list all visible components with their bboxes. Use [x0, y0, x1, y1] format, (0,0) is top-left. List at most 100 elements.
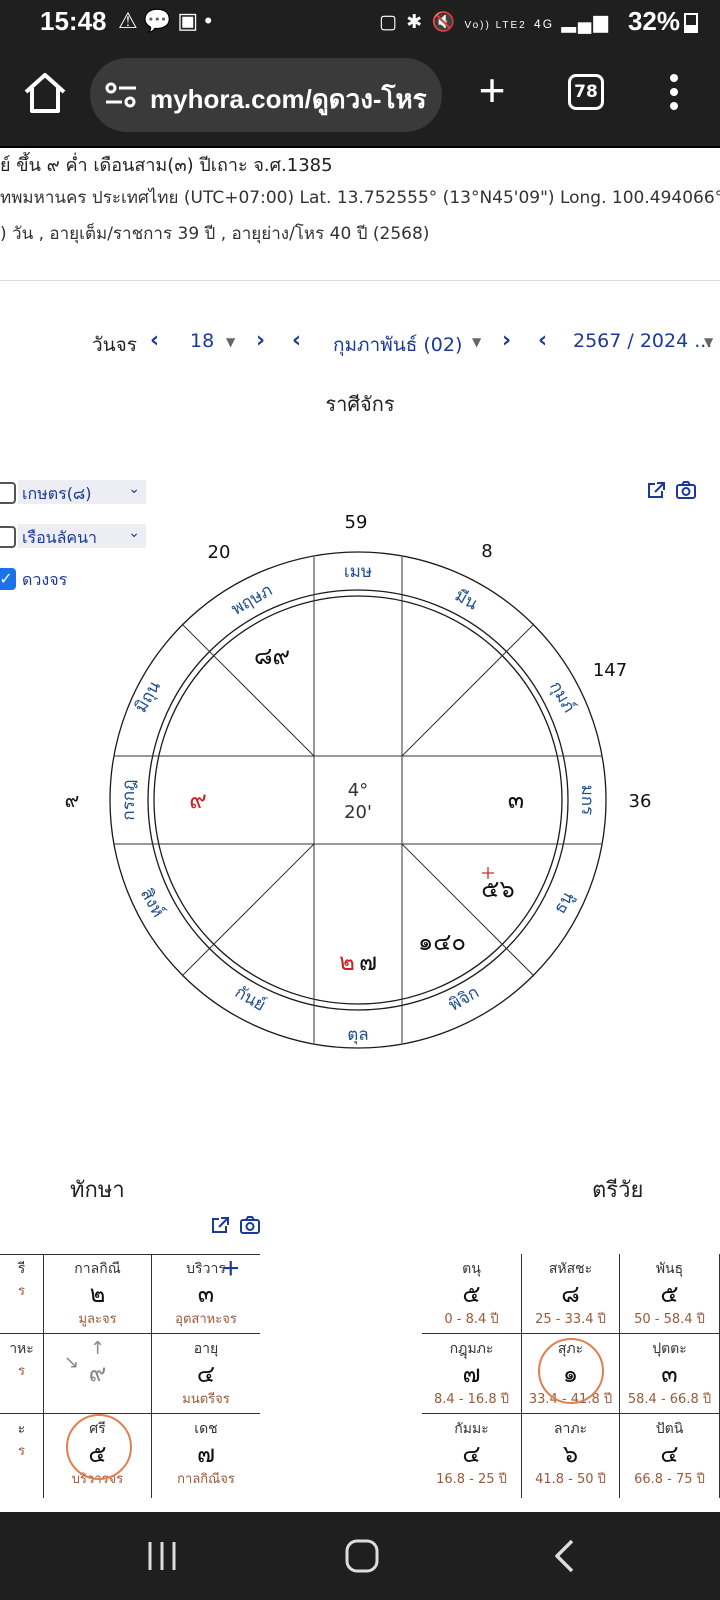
status-time: 15:48	[40, 6, 107, 36]
add-icon[interactable]: +	[222, 1254, 240, 1284]
outer-number-right-upper: 147	[593, 660, 627, 681]
sign-label-sagittarius: ธนู	[550, 888, 579, 917]
taksa-cell-transit: มูละจร	[78, 1312, 117, 1327]
day-select[interactable]: 18	[190, 330, 214, 352]
nfc-icon: ▢	[379, 12, 400, 33]
year-select[interactable]: 2567 / 2024 ...	[573, 330, 712, 352]
outer-number-top-right: 8	[481, 541, 492, 562]
taksa-cell-value: ๗	[196, 1440, 216, 1468]
more-menu-icon[interactable]	[666, 74, 682, 118]
triwai-cell: พันธุ ๕ 50 - 58.4 ปี	[620, 1254, 720, 1334]
triwai-cell-range: 25 - 33.4 ปี	[535, 1312, 606, 1327]
triwai-cell-range: 50 - 58.4 ปี	[634, 1312, 705, 1327]
triwai-cell-name: ปัตนิ	[655, 1421, 684, 1437]
cutoff-strip	[0, 1498, 720, 1512]
taksa-cell-transit: อุตสาหะจร	[175, 1312, 237, 1327]
taksa-cell-value: ๓	[197, 1280, 215, 1308]
lunar-date-line: ย์ ขึ้น ๙ ค่ำ เดือนสาม(๓) ปีเถาะ จ.ศ.138…	[0, 155, 333, 176]
sign-label-leo: สิงห์	[136, 885, 168, 921]
taksa-top-border	[0, 1254, 260, 1255]
volte-icon: Vo)) LTE2	[464, 20, 527, 31]
signal-icon: ▂▄▆	[561, 12, 610, 33]
sign-label-capricorn: มกร	[577, 785, 597, 816]
triwai-cell-range: 66.8 - 75 ปี	[634, 1472, 705, 1487]
sign-label-scorpio: พิจิก	[445, 982, 482, 1015]
outer-number-top: 59	[345, 512, 368, 533]
recent-apps-icon[interactable]	[144, 1538, 180, 1574]
back-icon[interactable]	[552, 1538, 576, 1574]
triwai-cell-range: 0 - 8.4 ปี	[444, 1312, 499, 1327]
planets-sagittarius: ๕๖	[481, 875, 514, 903]
triwai-cell-value: ๕	[660, 1280, 679, 1308]
taksa-cell-name: กาลกิณี	[74, 1261, 121, 1277]
day-caret-icon[interactable]: ▼	[226, 335, 235, 349]
mute-icon: 🔇	[431, 12, 458, 33]
battery-icon	[684, 13, 698, 33]
transit-label: วันจร	[92, 334, 137, 356]
month-caret-icon[interactable]: ▼	[472, 335, 481, 349]
year-caret-icon[interactable]: ▼	[704, 335, 713, 349]
outer-number-left: ๙	[65, 788, 80, 812]
taksa-cell-name: าหะ	[9, 1341, 34, 1357]
center-minute: 20'	[344, 802, 372, 823]
notification-icons: ⚠ 💬 ▣ •	[118, 8, 212, 34]
triwai-cell-value: ๘	[561, 1280, 580, 1308]
taksa-title: ทักษา	[70, 1178, 125, 1203]
taksa-cell-name: อายุ	[193, 1341, 219, 1357]
url-text[interactable]: myhora.com/ดูดวง-โหร	[150, 79, 430, 120]
outer-number-right: 36	[629, 791, 652, 812]
month-prev-icon[interactable]: ‹	[292, 328, 301, 353]
warning-icon: ⚠	[118, 8, 138, 33]
triwai-cell-value: ๔	[660, 1440, 679, 1468]
sign-label-aries: เมษ	[344, 562, 372, 582]
triwai-cell-value: ๗	[462, 1360, 481, 1388]
taksa-cell: รี ร	[0, 1254, 44, 1334]
triwai-cell: สหัสชะ ๘ 25 - 33.4 ปี	[522, 1254, 620, 1334]
day-next-icon[interactable]: ›	[256, 328, 265, 353]
triwai-cell: ปัตนิ ๔ 66.8 - 75 ปี	[620, 1414, 720, 1498]
triwai-cell-range: 58.4 - 66.8 ปี	[627, 1392, 712, 1407]
site-settings-icon[interactable]	[104, 80, 138, 110]
year-prev-icon[interactable]: ‹	[538, 328, 547, 353]
home-nav-icon[interactable]	[344, 1538, 380, 1574]
triwai-title: ตรีวัย	[592, 1178, 644, 1203]
highlight-circle	[66, 1414, 132, 1480]
taksa-cell-name: บริวาร	[186, 1261, 226, 1277]
sign-label-cancer: กรกฎ	[119, 779, 139, 820]
triwai-cell-name: ตนุ	[462, 1261, 481, 1277]
dot-icon: •	[204, 8, 213, 33]
system-icons: ▢ ✱ 🔇 Vo)) LTE2 4G ▂▄▆	[379, 10, 610, 34]
sign-label-pisces: มีน	[451, 586, 481, 615]
taksa-cell: บริวาร ๓ อุตสาหะจร	[152, 1254, 260, 1334]
line-app-icon: 💬	[143, 8, 172, 33]
planets-taurus: ๘๙	[254, 642, 290, 670]
divider	[0, 280, 720, 281]
month-select[interactable]: กุมภาพันธ์ (02)	[333, 330, 462, 360]
home-icon[interactable]	[20, 68, 70, 118]
month-next-icon[interactable]: ›	[502, 328, 511, 353]
taksa-cell: าหะ ร	[0, 1334, 44, 1414]
battery-percent: 32%	[627, 6, 680, 36]
triwai-cell-range: 41.8 - 50 ปี	[535, 1472, 606, 1487]
tab-count-button[interactable]: 78	[568, 74, 604, 110]
sign-label-libra: ตุล	[347, 1025, 368, 1045]
highlight-circle	[538, 1338, 604, 1404]
system-nav-bar	[0, 1512, 720, 1600]
external-link-icon[interactable]	[210, 1216, 230, 1234]
day-prev-icon[interactable]: ‹	[150, 328, 159, 353]
triwai-cell-value: ๔	[462, 1440, 481, 1468]
planets-libra-red: ๒	[339, 948, 355, 976]
taksa-cell-transit: ร	[18, 1444, 25, 1459]
new-tab-icon[interactable]: +	[470, 67, 514, 114]
triwai-cell: ปุตตะ ๓ 58.4 - 66.8 ปี	[620, 1334, 720, 1414]
transit-date-nav: วันจร ‹ 18 ▼ › ‹ กุมภาพันธ์ (02) ▼ › ‹ 2…	[0, 328, 720, 360]
triwai-cell-name: กฎุมภะ	[449, 1341, 494, 1357]
address-bar[interactable]: myhora.com/ดูดวง-โหร	[90, 58, 442, 132]
4g-icon: 4G	[534, 17, 555, 31]
taksa-cell-transit: มนตรีจร	[182, 1392, 230, 1407]
sign-label-gemini: มิถุน	[131, 677, 165, 716]
taksa-cell-transit: ร	[18, 1284, 25, 1299]
planets-cancer: ๙	[189, 786, 207, 814]
triwai-cell: ตนุ ๕ 0 - 8.4 ปี	[422, 1254, 522, 1334]
camera-icon[interactable]	[240, 1216, 260, 1234]
